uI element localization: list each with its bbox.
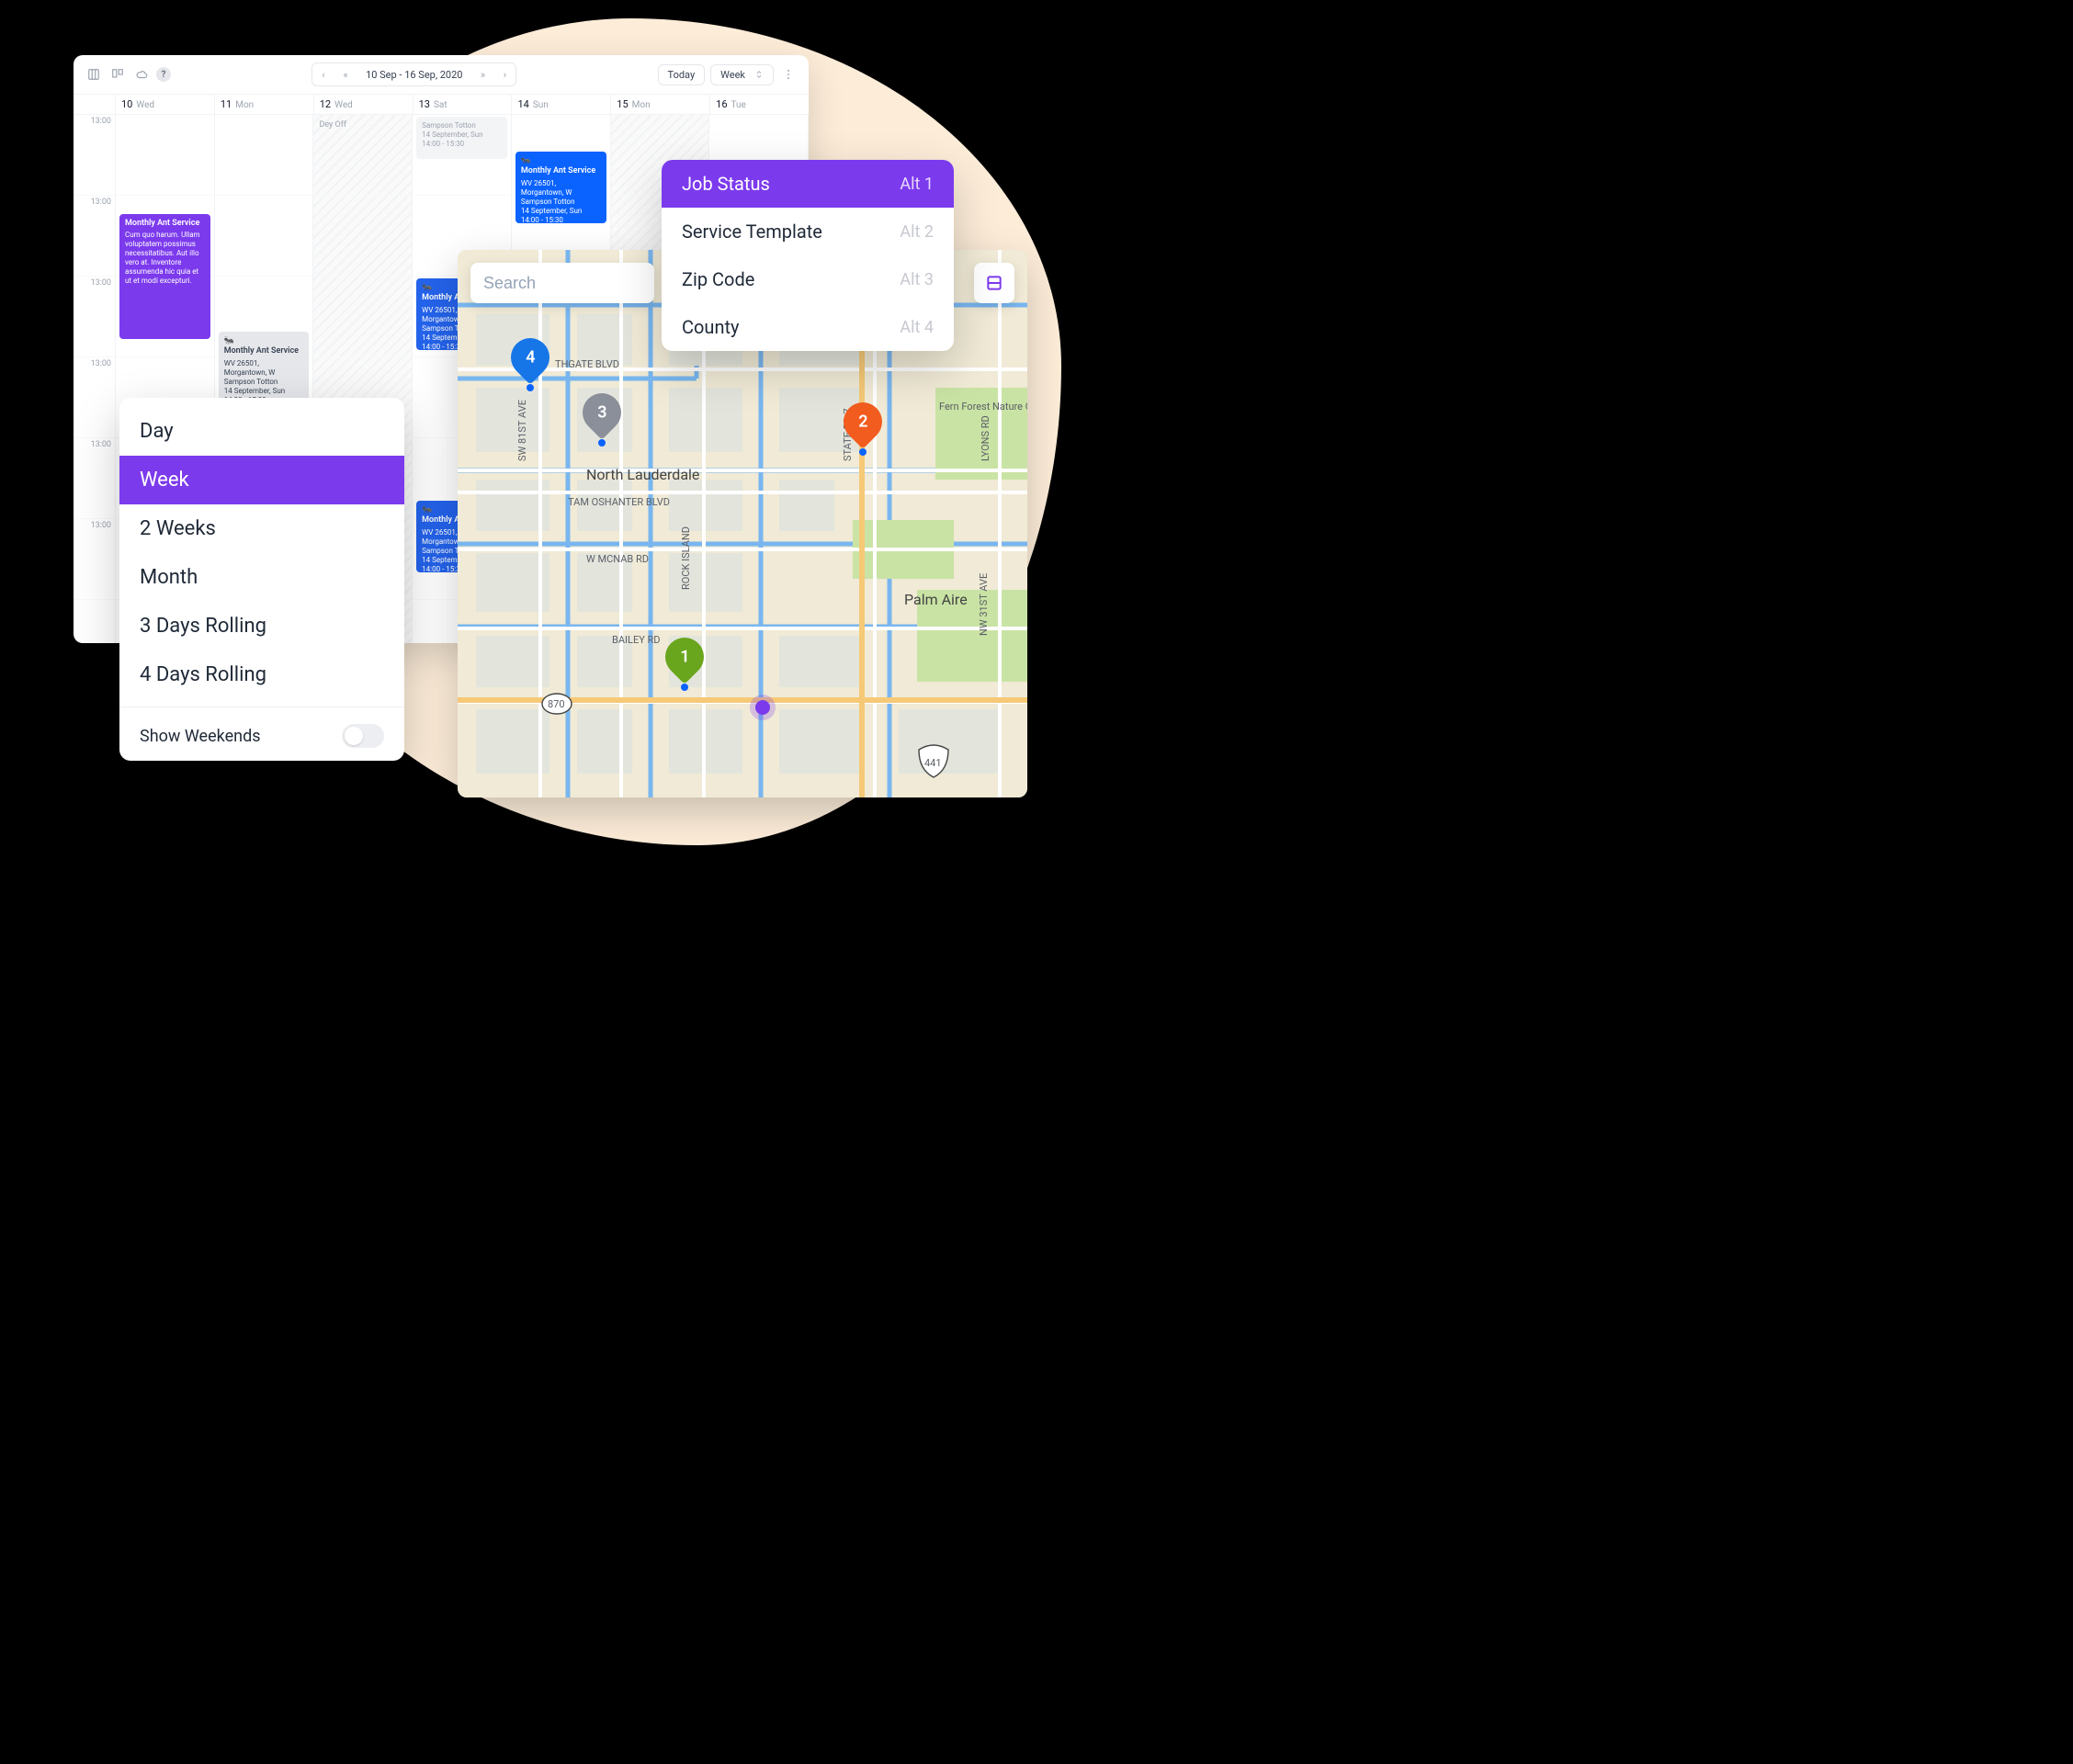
prev-page-icon[interactable]: ‹ [312, 69, 334, 81]
help-icon[interactable]: ? [156, 67, 171, 82]
map-pin[interactable]: 1 [665, 638, 704, 685]
filter-label: Job Status [682, 173, 770, 195]
view-option[interactable]: Month [119, 553, 404, 602]
prev-fast-icon[interactable]: « [334, 69, 357, 81]
filter-shortcut: Alt 4 [900, 318, 934, 337]
date-navigator: ‹ « 10 Sep - 16 Sep, 2020 » › [312, 62, 516, 86]
svg-text:TAM OSHANTER BLVD: TAM OSHANTER BLVD [568, 496, 670, 508]
filter-option[interactable]: Service Template Alt 2 [662, 208, 954, 255]
kanban-icon[interactable] [108, 65, 127, 84]
svg-text:BAILEY RD: BAILEY RD [612, 634, 661, 646]
view-option[interactable]: 4 Days Rolling [119, 650, 404, 699]
show-weekends-label: Show Weekends [140, 727, 261, 746]
rows-icon [985, 274, 1003, 292]
cloud-sync-icon[interactable] [132, 65, 151, 84]
event-card[interactable]: Sampson Totton14 September, Sun14:00 - 1… [416, 117, 507, 159]
view-select[interactable]: Week [710, 64, 774, 85]
svg-text:NW 31ST AVE: NW 31ST AVE [978, 573, 990, 636]
show-weekends-row: Show Weekends [119, 715, 404, 753]
map-pin[interactable]: 4 [511, 338, 549, 386]
view-option[interactable]: Week [119, 456, 404, 504]
svg-text:LYONS RD: LYONS RD [980, 415, 991, 461]
calendar-toolbar: ? ‹ « 10 Sep - 16 Sep, 2020 » › Today We… [74, 55, 809, 94]
svg-text:ROCK ISLAND: ROCK ISLAND [680, 526, 692, 590]
view-option[interactable]: 2 Weeks [119, 504, 404, 553]
chevron-updown-icon [754, 70, 764, 79]
filter-option[interactable]: Zip Code Alt 3 [662, 255, 954, 303]
layout-columns-icon[interactable] [85, 65, 103, 84]
view-select-label: Week [720, 69, 745, 81]
event-card[interactable]: Monthly Ant Service WV 26501, Morgantown… [219, 332, 310, 403]
event-card[interactable]: Monthly Ant Service Cum quo harum. Ullam… [119, 214, 210, 339]
svg-text:SW 81ST AVE: SW 81ST AVE [516, 400, 528, 461]
view-option[interactable]: Day [119, 407, 404, 456]
filter-shortcut: Alt 1 [900, 175, 934, 194]
day-header[interactable]: 15Mon [611, 95, 710, 114]
svg-text:Fern Forest Nature Center: Fern Forest Nature Center [939, 401, 1027, 413]
today-button[interactable]: Today [658, 64, 706, 85]
day-header[interactable]: 11Mon [215, 95, 314, 114]
map-search[interactable] [470, 263, 654, 303]
view-range-menu: Day Week 2 Weeks Month 3 Days Rolling 4 … [119, 398, 404, 761]
filter-shortcut: Alt 3 [900, 270, 934, 289]
next-fast-icon[interactable]: » [471, 69, 493, 81]
calendar-day-headers: 10Wed 11Mon 12Wed 13Sat 14Sun 15Mon 16Tu… [74, 94, 809, 115]
day-header[interactable]: 13Sat [413, 95, 513, 114]
svg-text:870: 870 [548, 698, 565, 710]
map-pin[interactable]: 2 [844, 402, 882, 450]
date-range-label: 10 Sep - 16 Sep, 2020 [357, 69, 471, 81]
day-header[interactable]: 12Wed [314, 95, 413, 114]
more-menu-icon[interactable] [779, 68, 798, 81]
filter-shortcut: Alt 2 [900, 222, 934, 242]
filter-option[interactable]: County Alt 4 [662, 303, 954, 351]
svg-text:Palm Aire: Palm Aire [904, 591, 968, 608]
svg-text:441: 441 [924, 757, 942, 769]
view-option[interactable]: 3 Days Rolling [119, 602, 404, 650]
filter-label: Service Template [682, 220, 822, 243]
day-off-label: Dey Off [319, 120, 346, 130]
filter-menu: Job Status Alt 1 Service Template Alt 2 … [662, 160, 954, 351]
current-location-marker [755, 700, 770, 715]
day-header[interactable]: 16Tue [710, 95, 809, 114]
svg-text:THGATE BLVD: THGATE BLVD [555, 358, 619, 370]
show-weekends-toggle[interactable] [342, 724, 384, 748]
map-pin[interactable]: 3 [583, 393, 621, 441]
filter-label: Zip Code [682, 268, 754, 290]
day-header[interactable]: 10Wed [116, 95, 215, 114]
svg-text:North Lauderdale: North Lauderdale [586, 466, 699, 483]
filter-label: County [682, 316, 740, 338]
map-layout-button[interactable] [974, 263, 1014, 303]
day-header[interactable]: 14Sun [512, 95, 611, 114]
event-card[interactable]: Monthly Ant Service WV 26501, Morgantown… [515, 152, 606, 223]
filter-option[interactable]: Job Status Alt 1 [662, 160, 954, 208]
next-page-icon[interactable]: › [493, 69, 515, 81]
time-gutter: 13:0013:0013:0013:0013:0013:00 [74, 115, 116, 643]
svg-text:W MCNAB RD: W MCNAB RD [586, 553, 649, 565]
